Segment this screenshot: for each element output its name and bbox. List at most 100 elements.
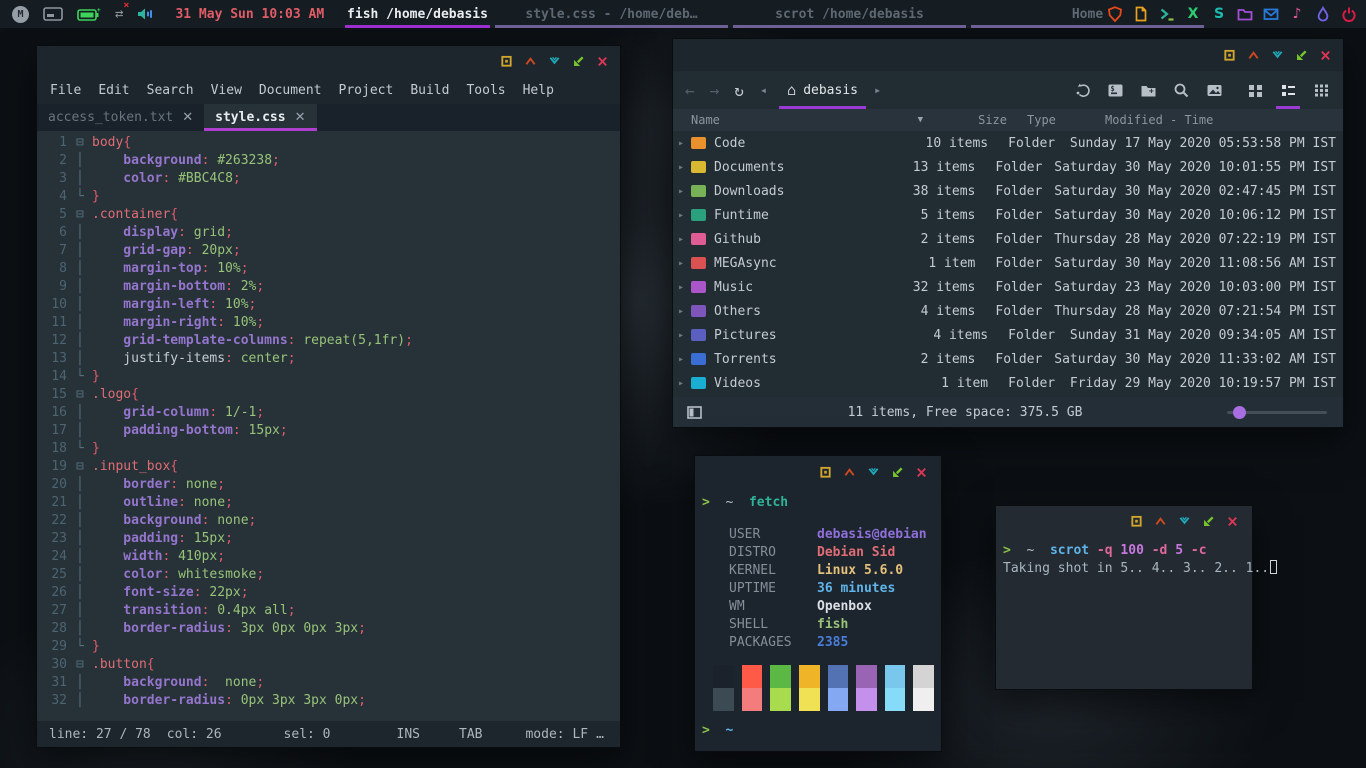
mega-icon[interactable]: M [12, 5, 29, 23]
menu-view[interactable]: View [211, 83, 242, 98]
file-row[interactable]: ▸ Downloads 38 items Folder Saturday 30 May … [673, 179, 1343, 203]
fold-marker[interactable]: │ [76, 674, 92, 692]
fold-marker[interactable]: │ [76, 620, 92, 638]
maximize-button[interactable] [1201, 515, 1216, 528]
iconify-button[interactable] [547, 55, 562, 68]
drop-icon[interactable] [1314, 5, 1332, 23]
fold-marker[interactable]: │ [76, 278, 92, 296]
menu-document[interactable]: Document [259, 83, 322, 98]
shield-icon[interactable] [1106, 5, 1124, 23]
omni-button[interactable] [1129, 515, 1144, 528]
fold-marker[interactable]: │ [76, 224, 92, 242]
back-icon[interactable]: ← [685, 81, 695, 100]
new-folder-icon[interactable]: + [1138, 71, 1158, 109]
music-icon[interactable]: ♪ [1288, 5, 1306, 23]
expander-icon[interactable]: ▸ [673, 378, 689, 389]
zoom-slider-knob[interactable] [1233, 405, 1246, 419]
taskbar-item[interactable]: style.css - /home/deb… [495, 0, 728, 28]
shade-button[interactable] [1153, 515, 1168, 528]
column-name[interactable]: Name ▼ [673, 113, 933, 127]
expander-icon[interactable]: ▸ [673, 330, 689, 341]
fold-marker[interactable]: │ [76, 350, 92, 368]
open-terminal-icon[interactable]: $ [1105, 71, 1125, 109]
file-row[interactable]: ▸ MEGAsync 1 item Folder Saturday 30 May 202… [673, 251, 1343, 275]
omni-button[interactable] [499, 55, 514, 68]
wallpaper-icon[interactable] [1204, 71, 1224, 109]
iconify-button[interactable] [866, 466, 881, 479]
close-button[interactable] [1318, 49, 1333, 62]
maximize-button[interactable] [1294, 49, 1309, 62]
column-size[interactable]: Size [933, 113, 1019, 127]
fold-marker[interactable]: └ [76, 440, 92, 458]
file-row[interactable]: ▸ Funtime 5 items Folder Saturday 30 May 202… [673, 203, 1343, 227]
fold-marker[interactable]: └ [76, 368, 92, 386]
expander-icon[interactable]: ▸ [673, 258, 689, 269]
maximize-button[interactable] [571, 55, 586, 68]
next-tab-icon[interactable]: ▸ [874, 83, 881, 97]
iconify-button[interactable] [1177, 515, 1192, 528]
close-button[interactable] [1225, 515, 1240, 528]
power-icon[interactable] [1340, 5, 1358, 23]
fold-marker[interactable]: │ [76, 422, 92, 440]
expander-icon[interactable]: ▸ [673, 162, 689, 173]
close-button[interactable] [595, 55, 610, 68]
file-row[interactable]: ▸ Pictures 4 items Folder Sunday 31 May 2020… [673, 323, 1343, 347]
icon-view-icon[interactable] [1245, 71, 1265, 109]
fold-marker[interactable]: │ [76, 260, 92, 278]
editor-titlebar[interactable] [37, 46, 620, 76]
menu-file[interactable]: File [50, 83, 81, 98]
fold-marker[interactable]: │ [76, 332, 92, 350]
omni-button[interactable] [818, 466, 833, 479]
file-row[interactable]: ▸ Torrents 2 items Folder Saturday 30 May 20… [673, 347, 1343, 371]
expander-icon[interactable]: ▸ [673, 306, 689, 317]
shade-button[interactable] [523, 55, 538, 68]
menu-help[interactable]: Help [523, 83, 554, 98]
fold-marker[interactable]: │ [76, 314, 92, 332]
list-view-icon[interactable] [1276, 71, 1300, 109]
fold-marker[interactable]: ⊟ [76, 386, 92, 404]
editor-tab[interactable]: access_token.txt ✕ [37, 104, 204, 131]
tab-close-icon[interactable]: ✕ [182, 110, 193, 125]
fold-marker[interactable]: │ [76, 170, 92, 188]
file-row[interactable]: ▸ Music 32 items Folder Saturday 23 May 2020… [673, 275, 1343, 299]
search-icon[interactable] [1171, 71, 1191, 109]
fold-marker[interactable]: │ [76, 584, 92, 602]
sidebar-toggle-icon[interactable] [685, 393, 703, 431]
maximize-button[interactable] [890, 466, 905, 479]
close-button[interactable] [914, 466, 929, 479]
mail-icon[interactable] [1262, 5, 1280, 23]
shade-button[interactable] [842, 466, 857, 479]
expander-icon[interactable]: ▸ [673, 138, 689, 149]
code-editor[interactable]: 1 ⊟ body{2 │ background: #263238; 3 │ color: … [37, 131, 620, 721]
fold-marker[interactable]: ⊟ [76, 206, 92, 224]
fold-marker[interactable]: │ [76, 242, 92, 260]
compact-view-icon[interactable] [1311, 71, 1331, 109]
fold-marker[interactable]: └ [76, 638, 92, 656]
scrot-terminal-body[interactable]: > ~ scrot -q 100 -d 5 -c Taking shot in … [996, 536, 1278, 584]
file-row[interactable]: ▸ Others 4 items Folder Thursday 28 May 2020… [673, 299, 1343, 323]
forward-icon[interactable]: → [710, 81, 720, 100]
fold-marker[interactable]: │ [76, 296, 92, 314]
volume-icon[interactable] [137, 5, 155, 23]
zoom-slider[interactable] [1227, 405, 1327, 419]
menu-build[interactable]: Build [410, 83, 449, 98]
menu-search[interactable]: Search [147, 83, 194, 98]
path-tab[interactable]: ⌂ debasis [779, 71, 866, 109]
fold-marker[interactable]: │ [76, 692, 92, 710]
menu-project[interactable]: Project [339, 83, 394, 98]
scrot-terminal-titlebar[interactable] [996, 506, 1252, 536]
fold-marker[interactable]: │ [76, 476, 92, 494]
fold-marker[interactable]: │ [76, 530, 92, 548]
x-app-icon[interactable]: X [1184, 5, 1202, 23]
iconify-button[interactable] [1270, 49, 1285, 62]
fold-marker[interactable]: │ [76, 512, 92, 530]
fold-marker[interactable]: │ [76, 602, 92, 620]
fetch-terminal-titlebar[interactable] [695, 456, 941, 488]
battery-charging-icon[interactable]: + [77, 5, 101, 23]
expander-icon[interactable]: ▸ [673, 186, 689, 197]
prev-tab-icon[interactable]: ◂ [760, 83, 767, 97]
fold-marker[interactable]: ⊟ [76, 134, 92, 152]
fold-marker[interactable]: │ [76, 152, 92, 170]
expander-icon[interactable]: ▸ [673, 354, 689, 365]
network-disconnected-icon[interactable]: ⇄ × [115, 0, 129, 23]
